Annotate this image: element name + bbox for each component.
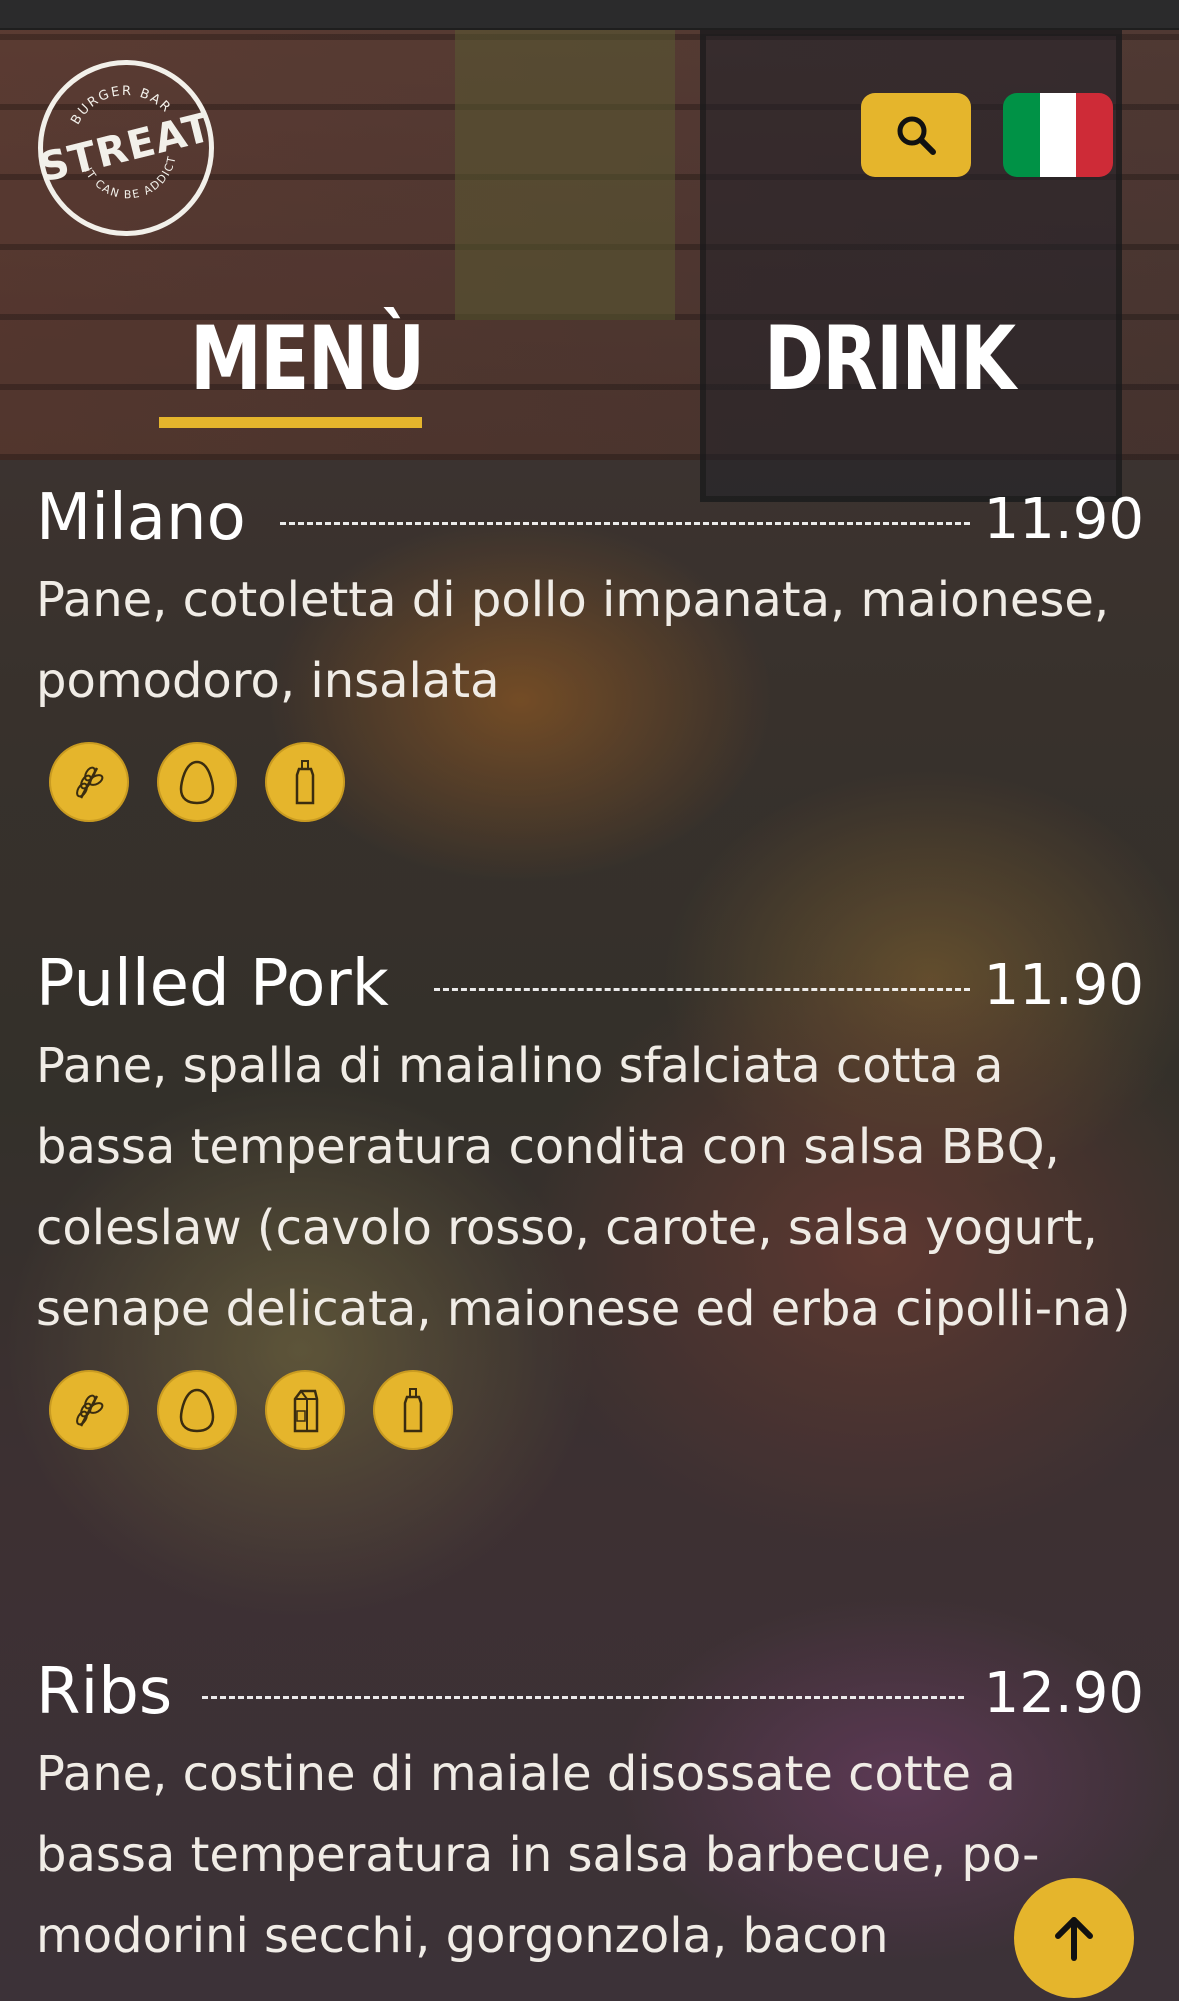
italian-flag-icon [1003,93,1040,177]
egg-icon [157,742,237,822]
gluten-icon [49,1370,129,1450]
streat-logo[interactable]: BURGER BAR IT CAN BE ADDICTIVE STREAT [35,60,217,236]
item-leader-dots [434,988,970,991]
item-name: Milano [36,481,246,555]
allergen-list [49,742,1146,822]
mustard-icon [373,1370,453,1450]
status-bar [0,0,1179,30]
tab-drink[interactable]: DRINK [764,315,1016,403]
item-leader-dots [202,1696,964,1699]
menu-item: Ribs 12.90 Pane, costine di maiale disos… [36,1652,1146,1977]
search-icon [897,116,936,155]
item-leader-dots [280,522,970,525]
item-description: Pane, costine di maiale disossate cotte … [36,1746,1040,1964]
mustard-icon [265,742,345,822]
language-switch-button[interactable] [1003,93,1113,177]
item-description: Pane, cotoletta di pollo impanata, maion… [36,572,1110,709]
item-name: Ribs [36,1655,173,1729]
egg-icon [157,1370,237,1450]
menu-item: Milano 11.90 Pane, cotoletta di pollo im… [36,478,1146,822]
item-price: 12.90 [983,1661,1144,1726]
tab-menu[interactable]: MENÙ [190,315,425,403]
gluten-icon [49,742,129,822]
item-name: Pulled Pork [36,947,389,1021]
item-description: Pane, spalla di maialino sfalciata cotta… [36,1038,1131,1337]
item-price: 11.90 [983,487,1144,552]
milk-icon [265,1370,345,1450]
allergen-list [49,1370,1146,1450]
search-button[interactable] [861,93,971,177]
scroll-to-top-button[interactable] [1014,1878,1134,1998]
active-tab-indicator [159,417,422,428]
arrow-up-icon [1055,1917,1093,1961]
menu-item: Pulled Pork 11.90 Pane, spalla di maiali… [36,944,1146,1450]
item-price: 11.90 [983,953,1144,1018]
